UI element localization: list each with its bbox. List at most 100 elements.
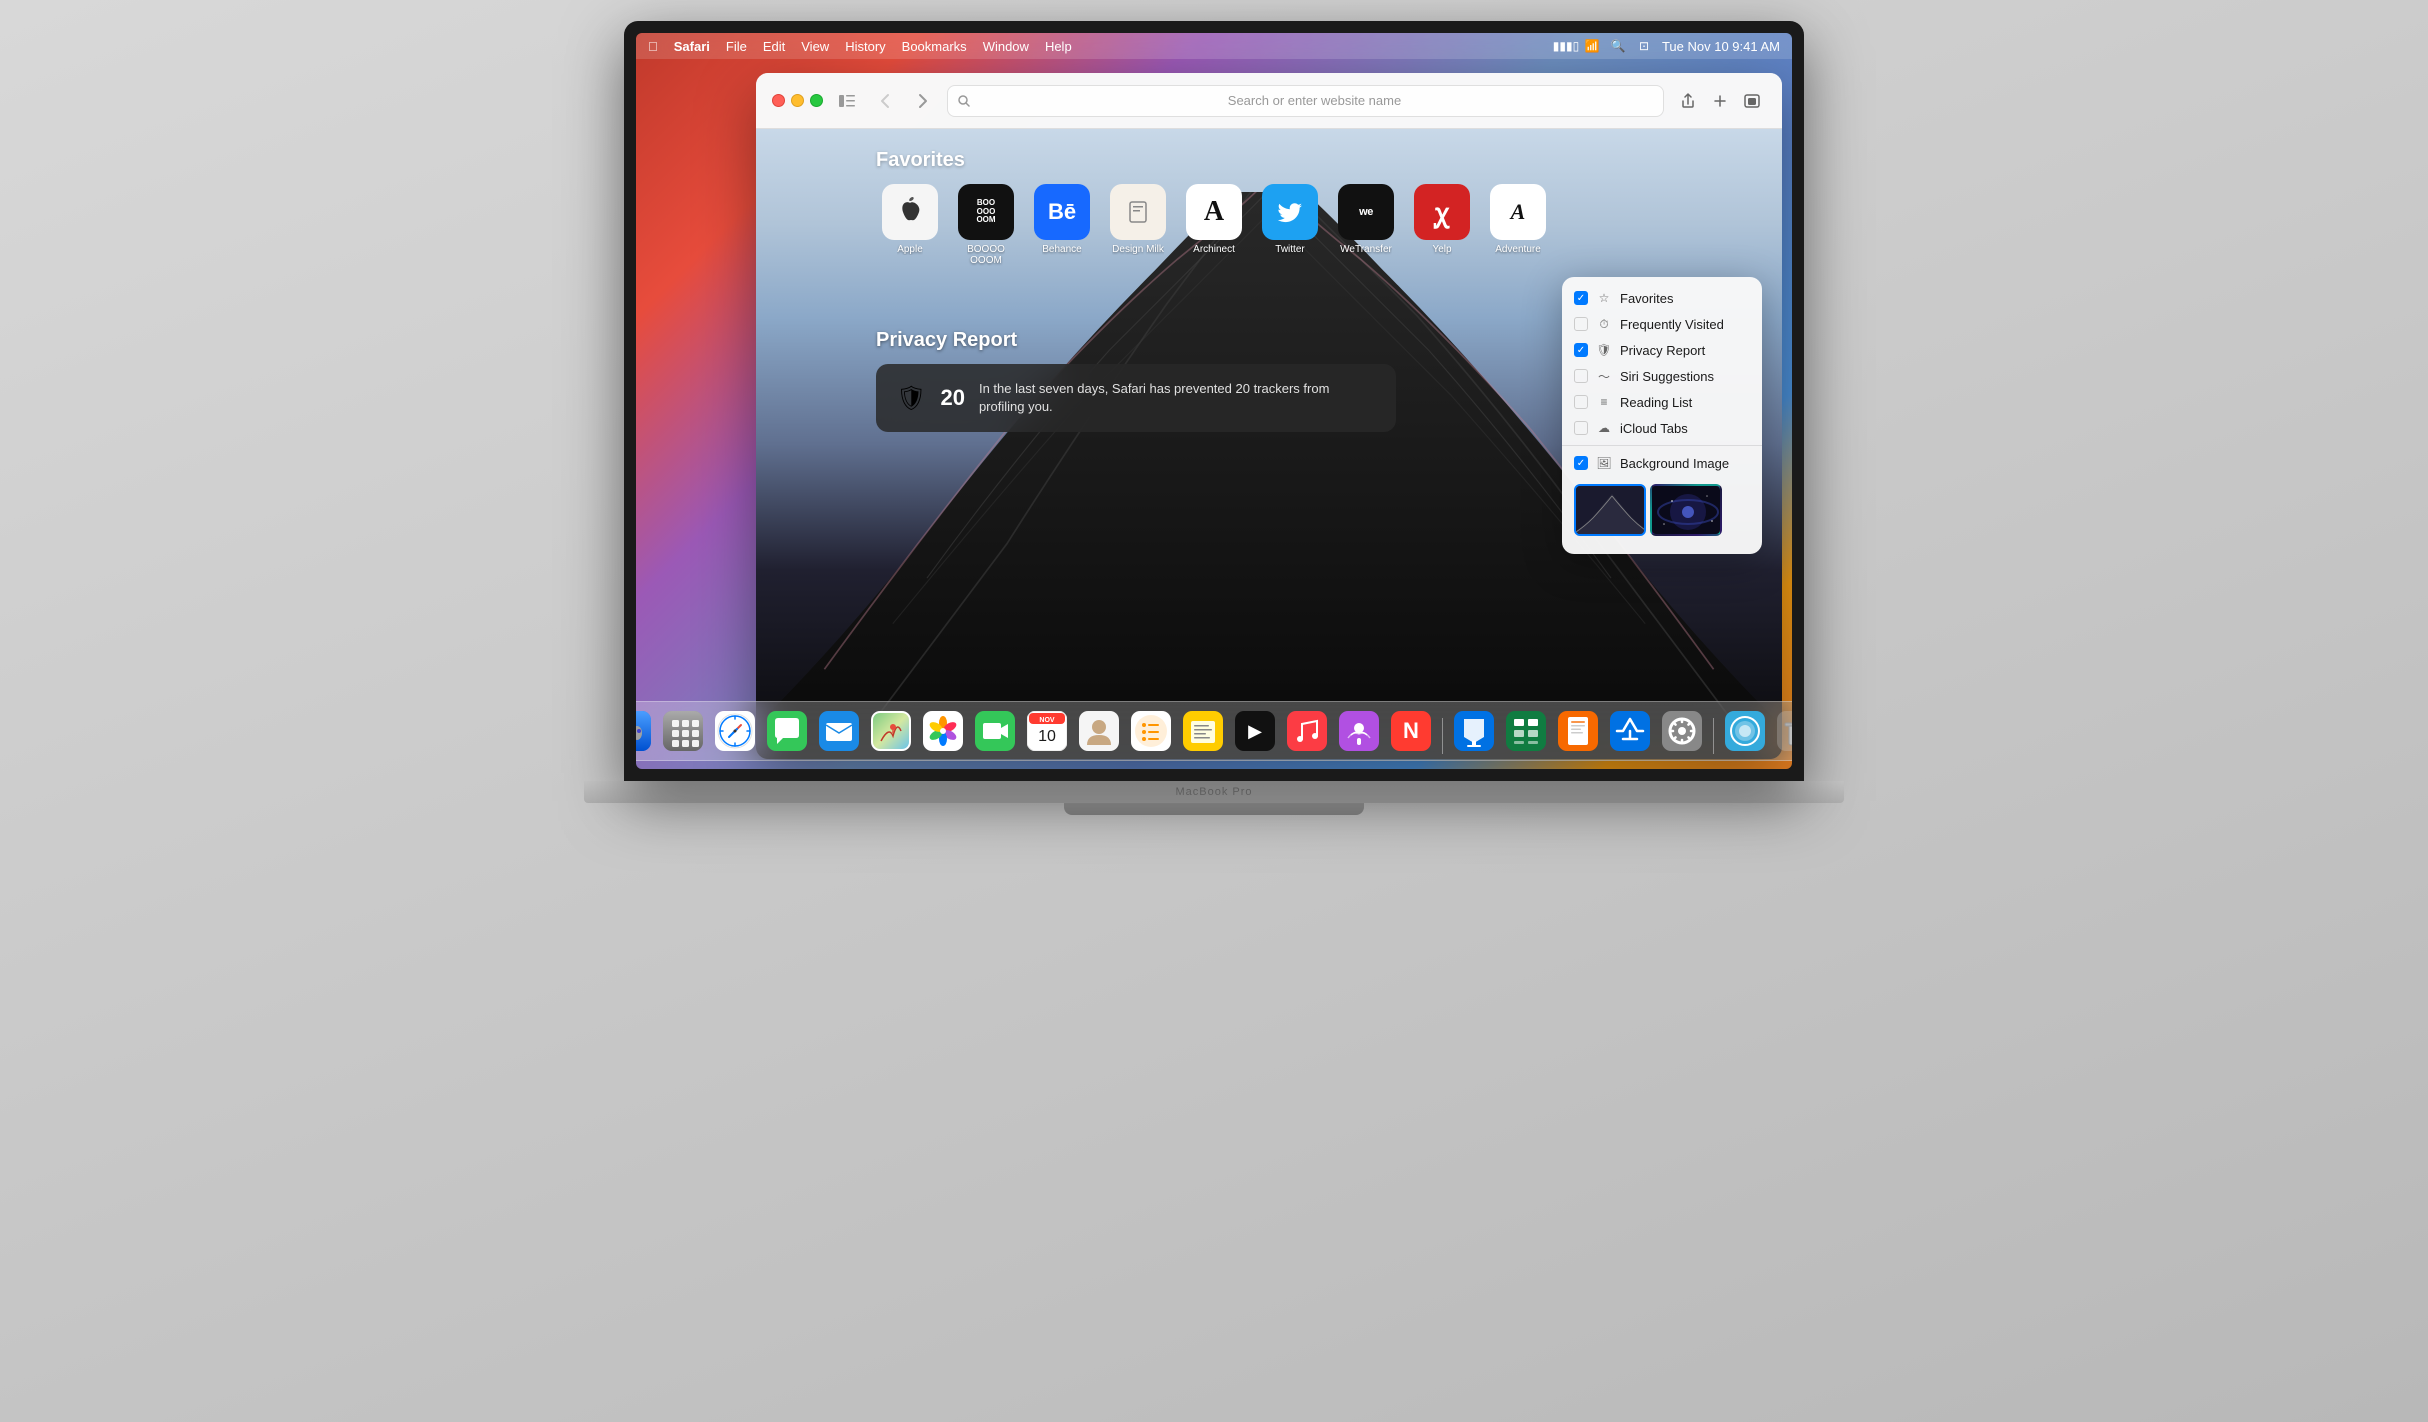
- menu-window[interactable]: Window: [983, 39, 1029, 54]
- menu-edit[interactable]: Edit: [763, 39, 785, 54]
- dock-maps[interactable]: [868, 708, 914, 754]
- address-bar-placeholder: Search or enter website name: [976, 93, 1653, 108]
- favorite-yelp[interactable]: ꭕ Yelp: [1408, 184, 1476, 266]
- favorites-dropdown-label: Favorites: [1620, 291, 1673, 306]
- dock-numbers[interactable]: [1503, 708, 1549, 754]
- wifi-icon[interactable]: 📶: [1584, 38, 1600, 54]
- start-page-scroll: Favorites: [756, 129, 1782, 759]
- dock-safari[interactable]: [712, 708, 758, 754]
- bg-thumb-mountains[interactable]: [1574, 484, 1646, 536]
- dock-contacts[interactable]: [1076, 708, 1122, 754]
- background-image-label: Background Image: [1620, 456, 1729, 471]
- favorites-checkbox[interactable]: ✓: [1574, 291, 1588, 305]
- dock: NOV 10: [636, 701, 1792, 761]
- favorite-icon-archinect: A: [1186, 184, 1242, 240]
- favorite-adventure[interactable]: A Adventure: [1484, 184, 1552, 266]
- reading-list-checkbox[interactable]: [1574, 395, 1588, 409]
- dock-notes[interactable]: [1180, 708, 1226, 754]
- menu-file[interactable]: File: [726, 39, 747, 54]
- screen-content:  Safari File Edit View History Bookmark…: [636, 33, 1792, 769]
- dropdown-item-favorites[interactable]: ✓ ☆ Favorites: [1562, 285, 1762, 311]
- favorite-icon-designmilk: [1110, 184, 1166, 240]
- privacy-report-label: Privacy Report: [1620, 343, 1705, 358]
- dropdown-item-icloud-tabs[interactable]: ☁ iCloud Tabs: [1562, 415, 1762, 441]
- back-button[interactable]: [871, 87, 899, 115]
- menu-view[interactable]: View: [801, 39, 829, 54]
- battery-icon: ▮▮▮▯: [1558, 38, 1574, 54]
- favorite-boooom[interactable]: BOOOOOOOM BOOOOOOOM: [952, 184, 1020, 266]
- dock-keynote[interactable]: [1451, 708, 1497, 754]
- share-button[interactable]: [1674, 87, 1702, 115]
- menu-history[interactable]: History: [845, 39, 885, 54]
- dropdown-item-siri-suggestions[interactable]: 〜 Siri Suggestions: [1562, 363, 1762, 389]
- bg-thumb-galaxy[interactable]: [1650, 484, 1722, 536]
- apple-menu[interactable]: : [648, 39, 658, 54]
- dropdown-item-frequently-visited[interactable]: ⏱ Frequently Visited: [1562, 311, 1762, 337]
- dock-pages[interactable]: [1555, 708, 1601, 754]
- dock-divider-2: [1713, 718, 1714, 754]
- dock-siri[interactable]: [1722, 708, 1768, 754]
- privacy-count: 20: [940, 385, 964, 411]
- menu-help[interactable]: Help: [1045, 39, 1072, 54]
- icloud-tabs-checkbox[interactable]: [1574, 421, 1588, 435]
- dock-messages[interactable]: [764, 708, 810, 754]
- icloud-tabs-label: iCloud Tabs: [1620, 421, 1688, 436]
- frequently-visited-icon: ⏱: [1596, 316, 1612, 332]
- menu-bookmarks[interactable]: Bookmarks: [902, 39, 967, 54]
- dropdown-item-privacy-report[interactable]: ✓ 🛡 Privacy Report: [1562, 337, 1762, 363]
- dock-trash[interactable]: [1774, 708, 1792, 754]
- dock-news[interactable]: N: [1388, 708, 1434, 754]
- svg-text:NOV: NOV: [1039, 717, 1055, 724]
- sidebar-toggle[interactable]: [833, 87, 861, 115]
- dock-facetime[interactable]: [972, 708, 1018, 754]
- dropdown-item-background-image[interactable]: ✓ 🖼 Background Image: [1562, 450, 1762, 476]
- app-name[interactable]: Safari: [674, 39, 710, 54]
- privacy-card[interactable]: 🛡 20 In the last seven days, Safari has …: [876, 364, 1396, 432]
- toolbar-right-buttons: [1674, 87, 1766, 115]
- dropdown-items-list: ✓ ☆ Favorites ⏱ Frequently Visited: [1562, 277, 1762, 554]
- background-image-checkbox[interactable]: ✓: [1574, 456, 1588, 470]
- favorite-icon-wetransfer: we: [1338, 184, 1394, 240]
- dock-launchpad[interactable]: [660, 708, 706, 754]
- favorites-star-icon: ☆: [1596, 290, 1612, 306]
- fullscreen-button[interactable]: [810, 94, 823, 107]
- dock-reminders[interactable]: [1128, 708, 1174, 754]
- favorite-wetransfer[interactable]: we WeTransfer: [1332, 184, 1400, 266]
- favorite-apple[interactable]: Apple: [876, 184, 944, 266]
- address-bar[interactable]: Search or enter website name: [947, 85, 1664, 117]
- privacy-report-title: Privacy Report: [876, 329, 1396, 352]
- dropdown-item-reading-list[interactable]: ≡ Reading List: [1562, 389, 1762, 415]
- privacy-report-checkbox[interactable]: ✓: [1574, 343, 1588, 357]
- minimize-button[interactable]: [791, 94, 804, 107]
- forward-button[interactable]: [909, 87, 937, 115]
- favorite-label-archinect: Archinect: [1193, 244, 1235, 255]
- dock-podcasts[interactable]: [1336, 708, 1382, 754]
- dock-system-preferences[interactable]: [1659, 708, 1705, 754]
- frequently-visited-checkbox[interactable]: [1574, 317, 1588, 331]
- siri-suggestions-label: Siri Suggestions: [1620, 369, 1714, 384]
- control-center-icon[interactable]: ⊡: [1636, 38, 1652, 54]
- background-image-icon: 🖼: [1596, 455, 1612, 471]
- safari-toolbar: Search or enter website name: [756, 73, 1782, 129]
- safari-start-page: Favorites: [756, 129, 1782, 759]
- dock-finder[interactable]: [636, 708, 654, 754]
- dock-appstore[interactable]: [1607, 708, 1653, 754]
- dock-appletv[interactable]: ▶: [1232, 708, 1278, 754]
- search-icon[interactable]: 🔍: [1610, 38, 1626, 54]
- siri-suggestions-checkbox[interactable]: [1574, 369, 1588, 383]
- dock-music[interactable]: [1284, 708, 1330, 754]
- new-tab-button[interactable]: [1706, 87, 1734, 115]
- dock-calendar[interactable]: NOV 10: [1024, 708, 1070, 754]
- tabs-overview-button[interactable]: [1738, 87, 1766, 115]
- favorite-designmilk[interactable]: Design Milk: [1104, 184, 1172, 266]
- favorite-archinect[interactable]: A Archinect: [1180, 184, 1248, 266]
- favorite-icon-boooom: BOOOOOOOM: [958, 184, 1014, 240]
- macbook-outer:  Safari File Edit View History Bookmark…: [0, 0, 2428, 1422]
- favorite-twitter[interactable]: Twitter: [1256, 184, 1324, 266]
- siri-icon: 〜: [1596, 368, 1612, 384]
- favorite-label-adventure: Adventure: [1495, 244, 1541, 255]
- dock-photos[interactable]: [920, 708, 966, 754]
- dock-mail[interactable]: [816, 708, 862, 754]
- close-button[interactable]: [772, 94, 785, 107]
- favorite-behance[interactable]: Bē Behance: [1028, 184, 1096, 266]
